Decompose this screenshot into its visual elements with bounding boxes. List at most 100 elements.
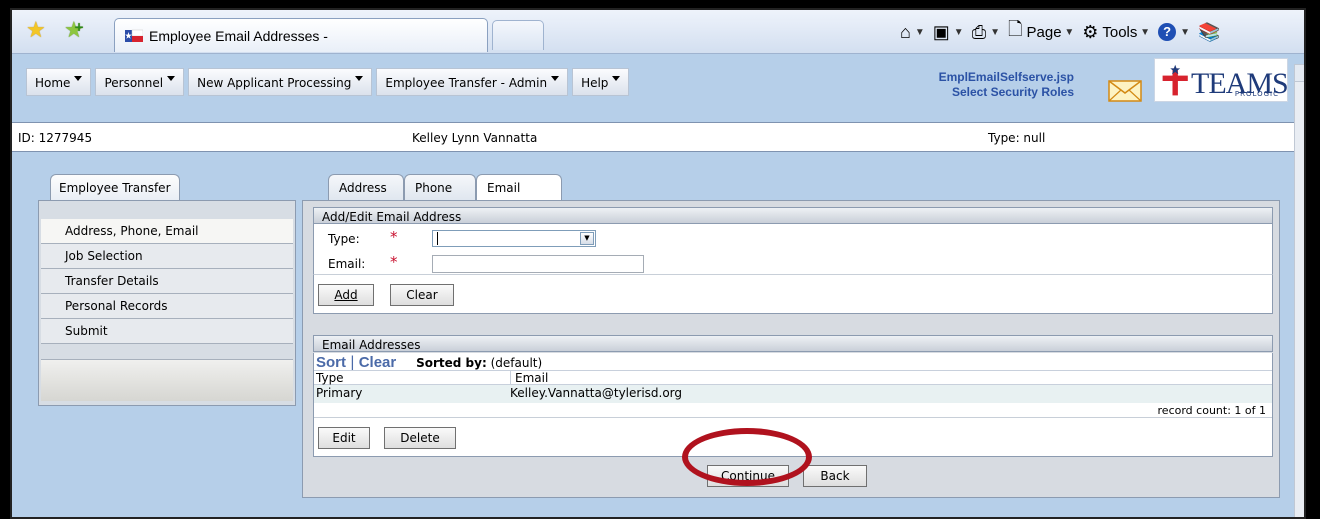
browser-toolbar: ⌂ ▼ ▣ ▼ ⎙ ▼ 🗋 Page ▼ ⚙ Tools ▼ ? ▼ 📚	[900, 17, 1232, 47]
home-button[interactable]: ⌂ ▼	[900, 22, 925, 43]
page-icon: 🗋	[1008, 19, 1023, 39]
chevron-down-icon	[551, 76, 560, 81]
menu-label: Home	[35, 76, 71, 90]
sort-bar: Sort | Clear Sorted by: (default)	[316, 353, 542, 371]
menu-personnel[interactable]: Personnel	[95, 68, 185, 96]
left-nav-list: Address, Phone, Email Job Selection Tran…	[41, 219, 293, 344]
menu-home[interactable]: Home	[26, 68, 92, 96]
menu-label: Employee Transfer - Admin	[385, 76, 548, 90]
nav-label: Personal Records	[65, 299, 168, 313]
logo-star-icon	[1162, 64, 1188, 96]
add-button[interactable]: Add	[318, 284, 374, 306]
required-marker: *	[390, 253, 398, 271]
menu-new-applicant-processing[interactable]: New Applicant Processing	[188, 68, 373, 96]
left-navigation-panel: Address, Phone, Email Job Selection Tran…	[38, 200, 296, 406]
tab-email[interactable]: Email	[476, 174, 562, 202]
page-file-name: EmplEmailSelfserve.jsp	[938, 70, 1074, 84]
gear-icon: ⚙	[1082, 21, 1099, 42]
table-row[interactable]: Primary Kelley.Vannatta@tylerisd.org	[314, 385, 1272, 403]
email-addresses-section-header: Email Addresses	[313, 335, 1273, 352]
teams-prologic-logo: TEAMS PROLOGIC	[1154, 58, 1289, 102]
menu-help[interactable]: Help	[572, 68, 630, 96]
left-panel-footer	[41, 359, 293, 401]
page-menu-button[interactable]: 🗋 Page ▼	[1008, 17, 1074, 47]
new-tab-button[interactable]	[492, 20, 544, 50]
highlight-circle	[682, 428, 812, 486]
logo-subtitle: PROLOGIC	[1234, 90, 1279, 98]
nav-label: Job Selection	[65, 249, 143, 263]
delete-button[interactable]: Delete	[384, 427, 456, 449]
texas-flag-icon	[125, 29, 143, 42]
menu-label: Personnel	[104, 76, 164, 90]
help-icon: ?	[1158, 23, 1177, 41]
tab-employee-transfer[interactable]: Employee Transfer	[50, 174, 180, 200]
chevron-down-icon: ▼	[914, 26, 925, 38]
tab-phone[interactable]: Phone	[404, 174, 476, 201]
tab-label: Employee Transfer	[59, 181, 171, 195]
clear-sort-link[interactable]: Clear	[359, 354, 397, 371]
add-edit-form: Type: * ▼ Email: *	[313, 224, 1273, 274]
chevron-down-icon	[74, 76, 83, 81]
nav-item-submit[interactable]: Submit	[41, 319, 293, 344]
chevron-down-icon	[355, 76, 364, 81]
mail-icon[interactable]	[1108, 80, 1142, 102]
menu-label: New Applicant Processing	[197, 76, 352, 90]
section-title: Email Addresses	[322, 338, 421, 352]
chevron-down-icon: ▼	[990, 26, 1001, 38]
add-to-favorites-icon[interactable]: ★ +	[64, 20, 84, 42]
browser-tab-active[interactable]: Employee Email Addresses -	[114, 18, 488, 52]
vertical-scrollbar[interactable]	[1294, 82, 1304, 517]
tools-menu-button[interactable]: ⚙ Tools ▼	[1082, 22, 1150, 43]
page-menu-label: Page	[1026, 23, 1062, 41]
select-security-roles-link[interactable]: Select Security Roles	[924, 85, 1074, 100]
tab-label: Phone	[415, 181, 453, 195]
scrollbar-up-arrow[interactable]	[1294, 64, 1304, 82]
email-field[interactable]	[432, 255, 644, 273]
menu-employee-transfer-admin[interactable]: Employee Transfer - Admin	[376, 68, 569, 96]
tab-label: Address	[339, 181, 387, 195]
column-header-email[interactable]: Email	[510, 371, 548, 385]
home-icon: ⌂	[900, 21, 911, 42]
edit-button[interactable]: Edit	[318, 427, 370, 449]
research-button[interactable]: 📚	[1198, 22, 1224, 43]
chevron-down-icon	[167, 76, 176, 81]
button-label: Delete	[400, 431, 440, 445]
sort-link[interactable]: Sort	[316, 354, 346, 371]
back-button[interactable]: Back	[803, 465, 867, 487]
chevron-down-icon: ▼	[1137, 26, 1151, 38]
nav-item-transfer-details[interactable]: Transfer Details	[41, 269, 293, 294]
app-info: EmplEmailSelfserve.jsp Select Security R…	[924, 70, 1074, 100]
tab-label: Email	[487, 181, 521, 195]
nav-label: Transfer Details	[65, 274, 159, 288]
employee-name: Kelley Lynn Vannatta	[412, 131, 538, 145]
favorites-star-icon[interactable]: ★	[26, 20, 46, 42]
employee-type: Type: null	[988, 131, 1046, 145]
email-label: Email:	[328, 257, 366, 271]
section-title: Add/Edit Email Address	[322, 210, 462, 224]
grid-header: Type Email	[314, 370, 1272, 385]
nav-item-personal-records[interactable]: Personal Records	[41, 294, 293, 319]
tools-menu-label: Tools	[1102, 23, 1138, 41]
sort-separator: |	[349, 353, 355, 371]
sorted-by-label: Sorted by:	[416, 356, 487, 370]
button-label: Back	[820, 469, 850, 483]
column-header-type[interactable]: Type	[316, 371, 344, 385]
feeds-button[interactable]: ▣ ▼	[933, 22, 964, 43]
nav-item-job-selection[interactable]: Job Selection	[41, 244, 293, 269]
browser-window: ★ ★ + Employee Email Addresses - ⌂ ▼ ▣ ▼ ⎙ ▼	[10, 8, 1306, 519]
cell-email: Kelley.Vannatta@tylerisd.org	[510, 386, 683, 400]
chevron-down-icon: ▼	[953, 26, 964, 38]
add-edit-section-header: Add/Edit Email Address	[313, 207, 1273, 224]
nav-label: Submit	[65, 324, 108, 338]
nav-item-address-phone-email[interactable]: Address, Phone, Email	[41, 219, 293, 244]
print-button[interactable]: ⎙ ▼	[972, 22, 1000, 43]
menu-label: Help	[581, 76, 609, 90]
employee-id-bar: ID: 1277945 Kelley Lynn Vannatta Type: n…	[12, 122, 1294, 152]
clear-button[interactable]: Clear	[390, 284, 454, 306]
chevron-down-icon[interactable]: ▼	[580, 232, 594, 245]
tab-address[interactable]: Address	[328, 174, 404, 201]
browser-tab-title: Employee Email Addresses -	[149, 28, 328, 44]
help-button[interactable]: ? ▼	[1158, 23, 1190, 41]
type-select[interactable]: ▼	[432, 230, 596, 247]
chevron-down-icon: ▼	[1061, 26, 1075, 38]
